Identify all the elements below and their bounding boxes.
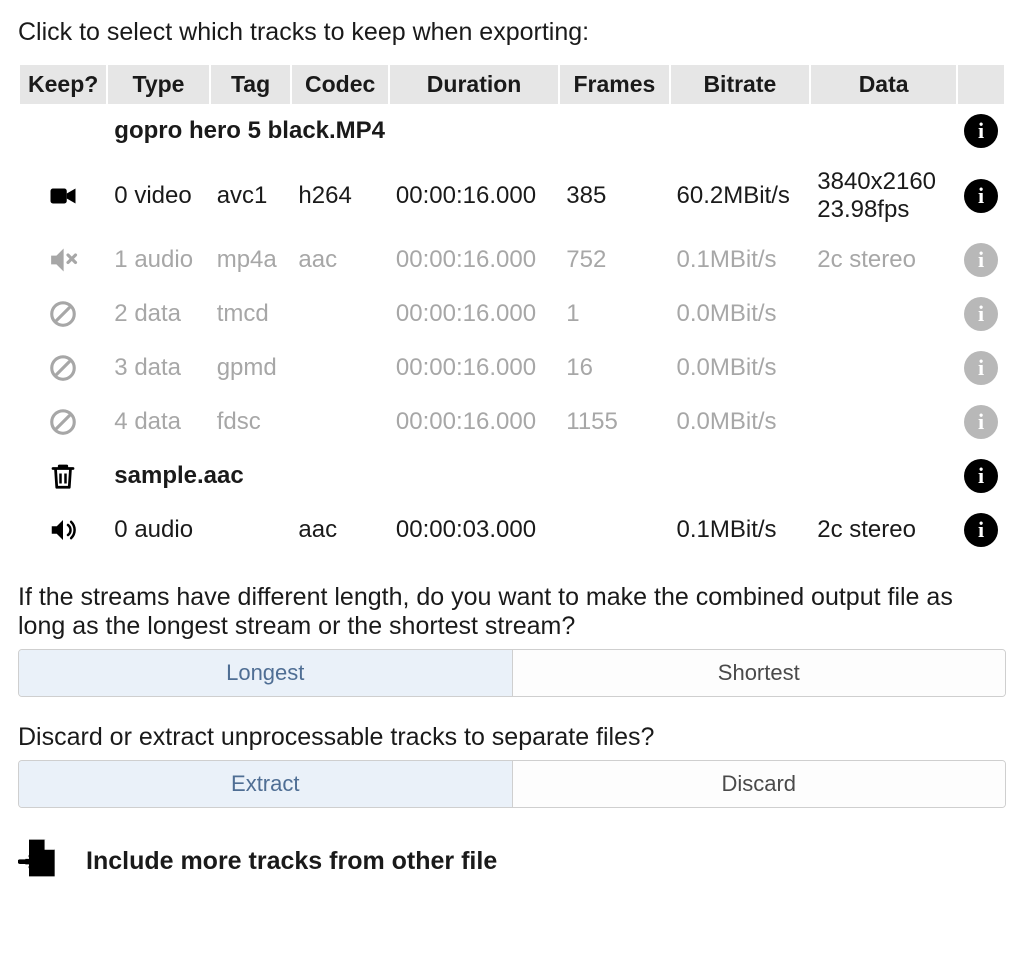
discard-button[interactable]: Discard [512, 761, 1006, 807]
col-frames: Frames [560, 65, 668, 104]
info-button[interactable]: i [964, 459, 998, 493]
include-more-label: Include more tracks from other file [86, 847, 497, 876]
track-tag: fdsc [211, 395, 291, 449]
track-duration: 00:00:16.000 [390, 158, 558, 233]
track-bitrate: 60.2MBit/s [671, 158, 810, 233]
track-tag [211, 503, 291, 557]
track-tag: avc1 [211, 158, 291, 233]
track-tag: mp4a [211, 233, 291, 287]
tracks-table: Keep? Type Tag Codec Duration Frames Bit… [18, 65, 1006, 557]
track-duration: 00:00:16.000 [390, 395, 558, 449]
speaker-icon[interactable] [20, 503, 106, 557]
extract-button[interactable]: Extract [19, 761, 512, 807]
track-type: 2 data [108, 287, 208, 341]
track-row[interactable]: 4 datafdsc 00:00:16.00011550.0MBit/s i [20, 395, 1004, 449]
track-duration: 00:00:03.000 [390, 503, 558, 557]
info-button[interactable]: i [964, 297, 998, 331]
track-row[interactable]: 1 audiomp4aaac00:00:16.0007520.1MBit/s2c… [20, 233, 1004, 287]
track-data [811, 395, 956, 449]
file-row: gopro hero 5 black.MP4i [20, 104, 1004, 158]
track-bitrate: 0.1MBit/s [671, 503, 810, 557]
file-icon-placeholder [20, 104, 106, 158]
file-name: gopro hero 5 black.MP4 [108, 104, 956, 158]
file-name: sample.aac [108, 449, 956, 503]
disabled-icon[interactable] [20, 341, 106, 395]
shortest-button[interactable]: Shortest [512, 650, 1006, 696]
track-duration: 00:00:16.000 [390, 341, 558, 395]
track-bitrate: 0.0MBit/s [671, 287, 810, 341]
col-info [958, 65, 1004, 104]
track-row[interactable]: 3 datagpmd 00:00:16.000160.0MBit/s i [20, 341, 1004, 395]
info-button[interactable]: i [964, 243, 998, 277]
track-bitrate: 0.0MBit/s [671, 395, 810, 449]
track-row[interactable]: 0 audio aac00:00:03.000 0.1MBit/s2c stereo… [20, 503, 1004, 557]
track-type: 0 audio [108, 503, 208, 557]
track-codec: aac [292, 503, 387, 557]
length-toggle: Longest Shortest [18, 649, 1006, 697]
track-row[interactable]: 2 datatmcd 00:00:16.00010.0MBit/s i [20, 287, 1004, 341]
track-row[interactable]: 0 videoavc1h26400:00:16.00038560.2MBit/s… [20, 158, 1004, 233]
track-frames: 385 [560, 158, 668, 233]
col-data: Data [811, 65, 956, 104]
track-frames: 752 [560, 233, 668, 287]
track-codec: h264 [292, 158, 387, 233]
longest-button[interactable]: Longest [19, 650, 512, 696]
info-button[interactable]: i [964, 405, 998, 439]
col-tag: Tag [211, 65, 291, 104]
info-button[interactable]: i [964, 114, 998, 148]
track-data: 3840x216023.98fps [811, 158, 956, 233]
video-icon[interactable] [20, 158, 106, 233]
track-codec [292, 341, 387, 395]
col-codec: Codec [292, 65, 387, 104]
muted-icon[interactable] [20, 233, 106, 287]
track-codec [292, 395, 387, 449]
track-frames: 1155 [560, 395, 668, 449]
track-duration: 00:00:16.000 [390, 287, 558, 341]
info-button[interactable]: i [964, 513, 998, 547]
track-bitrate: 0.1MBit/s [671, 233, 810, 287]
track-data [811, 341, 956, 395]
track-bitrate: 0.0MBit/s [671, 341, 810, 395]
track-frames: 1 [560, 287, 668, 341]
track-type: 4 data [108, 395, 208, 449]
track-tag: tmcd [211, 287, 291, 341]
track-codec: aac [292, 233, 387, 287]
include-more-button[interactable]: Include more tracks from other file [18, 836, 1006, 887]
info-button[interactable]: i [964, 179, 998, 213]
discard-question: Discard or extract unprocessable tracks … [18, 723, 1006, 752]
col-type: Type [108, 65, 208, 104]
instruction-text: Click to select which tracks to keep whe… [18, 18, 1006, 47]
track-type: 1 audio [108, 233, 208, 287]
col-bitrate: Bitrate [671, 65, 810, 104]
col-keep: Keep? [20, 65, 106, 104]
file-row: sample.aaci [20, 449, 1004, 503]
trash-icon[interactable] [20, 449, 106, 503]
discard-toggle: Extract Discard [18, 760, 1006, 808]
track-frames: 16 [560, 341, 668, 395]
track-duration: 00:00:16.000 [390, 233, 558, 287]
disabled-icon[interactable] [20, 395, 106, 449]
file-import-icon [18, 836, 62, 887]
track-type: 0 video [108, 158, 208, 233]
length-question: If the streams have different length, do… [18, 583, 1006, 641]
col-duration: Duration [390, 65, 558, 104]
track-tag: gpmd [211, 341, 291, 395]
track-frames [560, 503, 668, 557]
track-data: 2c stereo [811, 233, 956, 287]
track-data [811, 287, 956, 341]
disabled-icon[interactable] [20, 287, 106, 341]
track-type: 3 data [108, 341, 208, 395]
track-data: 2c stereo [811, 503, 956, 557]
track-codec [292, 287, 387, 341]
info-button[interactable]: i [964, 351, 998, 385]
